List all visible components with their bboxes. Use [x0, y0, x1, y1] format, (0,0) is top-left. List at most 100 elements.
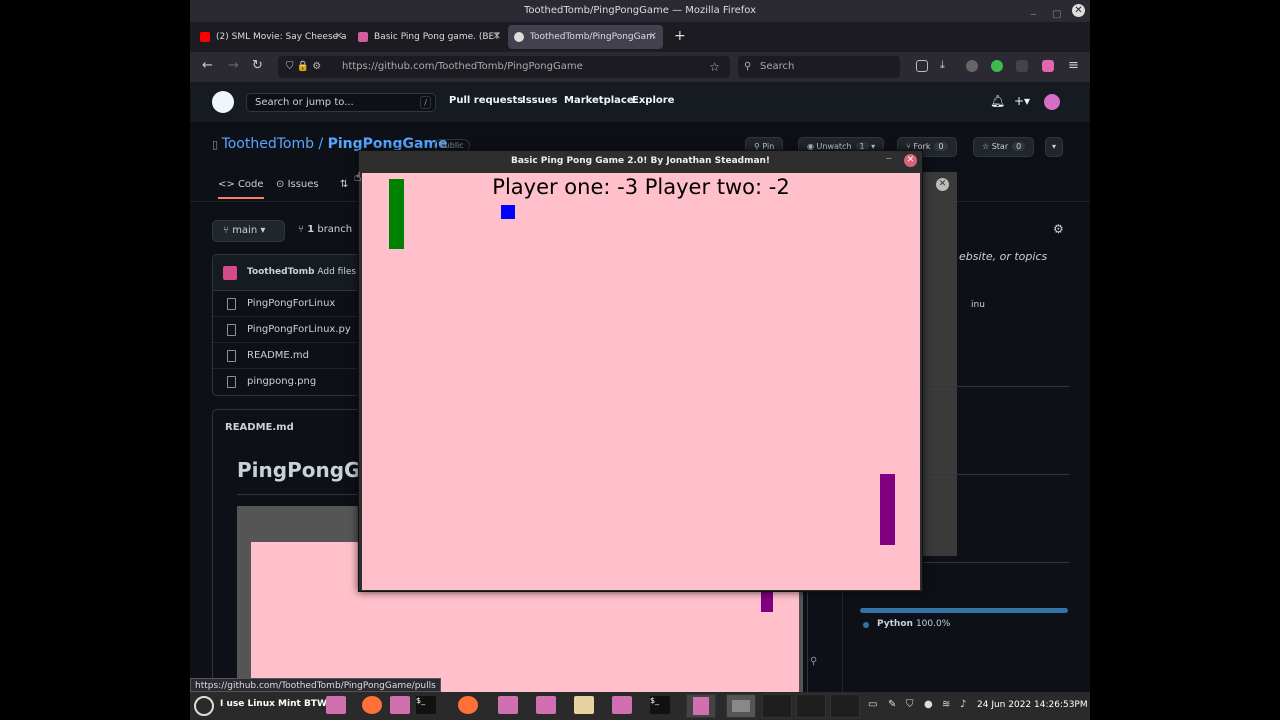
- folder-icon[interactable]: [612, 696, 632, 714]
- bell-icon[interactable]: 🔔︎: [990, 94, 1005, 108]
- window-button[interactable]: [726, 694, 756, 718]
- commit-author[interactable]: ToothedTomb: [247, 267, 315, 277]
- reload-icon[interactable]: ↻: [252, 58, 263, 73]
- github-logo-icon[interactable]: [212, 91, 234, 113]
- search-shortcut-key: /: [420, 96, 431, 109]
- github-search-placeholder: Search or jump to...: [255, 97, 354, 108]
- star-dropdown-button[interactable]: ▾: [1045, 137, 1064, 157]
- workspace-button[interactable]: [830, 694, 860, 718]
- document-icon[interactable]: [574, 696, 594, 714]
- branches-link[interactable]: ⑂ 1 branch: [298, 224, 352, 235]
- mint-menu-icon[interactable]: [194, 696, 214, 716]
- new-tab-icon[interactable]: +: [674, 28, 686, 44]
- python-dot-icon: [863, 622, 869, 628]
- tab-code[interactable]: <> Code: [218, 179, 264, 199]
- left-paddle: [389, 179, 404, 249]
- clock[interactable]: 24 Jun 2022 14:26:53PM: [977, 700, 1088, 710]
- tab-label: Basic Ping Pong game. (BET: [374, 32, 500, 42]
- folder-icon[interactable]: [536, 696, 556, 714]
- wifi-icon[interactable]: ≋: [942, 699, 950, 710]
- right-paddle: [880, 474, 895, 545]
- chevron-down-icon: ▾: [1052, 142, 1057, 151]
- extension-grid-icon[interactable]: [1042, 60, 1054, 72]
- repo-owner-link[interactable]: ToothedTomb: [222, 136, 314, 152]
- folder-icon[interactable]: [498, 696, 518, 714]
- close-icon[interactable]: ✕: [1072, 4, 1085, 17]
- taskbar: I use Linux Mint BTW! $_ $_ ▭ ✎ ⛉ ● ≋ ♪ …: [190, 692, 1090, 720]
- file-icon: [227, 324, 236, 336]
- file-icon: [227, 350, 236, 362]
- search-box[interactable]: ⚲ Search: [738, 56, 900, 78]
- window-titlebar: ToothedTomb/PingPongGame — Mozilla Firef…: [190, 0, 1090, 22]
- back-icon[interactable]: ←: [202, 58, 213, 73]
- language-label[interactable]: Python 100.0%: [877, 619, 950, 629]
- window-title: ToothedTomb/PingPongGame — Mozilla Firef…: [523, 5, 756, 16]
- search-icon: ⚲: [744, 61, 752, 72]
- extension-icon[interactable]: [966, 60, 978, 72]
- terminal-icon[interactable]: $_: [416, 696, 436, 714]
- nav-marketplace[interactable]: Marketplace: [564, 95, 634, 106]
- firefox-icon[interactable]: [458, 696, 478, 714]
- tab-youtube[interactable]: (2) SML Movie: Say Cheese a ✕: [194, 25, 349, 49]
- bookmark-star-icon[interactable]: ☆: [709, 56, 720, 78]
- nav-pull-requests[interactable]: Pull requests: [449, 95, 523, 106]
- close-icon[interactable]: ✕: [936, 178, 949, 191]
- minimize-icon[interactable]: ‒: [886, 153, 892, 164]
- about-snippet: inu: [971, 300, 985, 310]
- branch-icon: ⑂: [298, 224, 308, 235]
- shield-icon[interactable]: ⛉: [906, 699, 914, 710]
- url-text: https://github.com/ToothedTomb/PingPongG…: [342, 61, 583, 72]
- star-count: 0: [1012, 142, 1026, 151]
- pull-request-icon[interactable]: ⇅: [340, 179, 348, 190]
- folder-icon[interactable]: [390, 696, 410, 714]
- issue-icon: ⊙: [276, 179, 288, 190]
- repo-separator: /: [318, 136, 324, 152]
- plus-dropdown-icon[interactable]: +▾: [1014, 94, 1030, 108]
- tab-close-icon[interactable]: ✕: [493, 25, 501, 49]
- sound-icon[interactable]: ♪: [960, 699, 966, 710]
- workspace-button[interactable]: [762, 694, 792, 718]
- tab-pingpong-blog[interactable]: Basic Ping Pong game. (BET ✕: [352, 25, 507, 49]
- menu-label[interactable]: I use Linux Mint BTW!: [220, 699, 331, 709]
- avatar[interactable]: [1044, 94, 1060, 110]
- fork-count: 0: [934, 142, 948, 151]
- github-header: Search or jump to... / Pull requests Iss…: [190, 82, 1090, 122]
- tab-issues[interactable]: ⊙ Issues: [276, 179, 319, 190]
- terminal-icon[interactable]: $_: [650, 696, 670, 714]
- tab-close-icon[interactable]: ✕: [335, 25, 343, 49]
- workspace-button[interactable]: [796, 694, 826, 718]
- user-icon[interactable]: ●: [924, 699, 933, 710]
- menu-hamburger-icon[interactable]: ≡: [1068, 58, 1079, 73]
- tab-close-icon[interactable]: ✕: [649, 25, 657, 49]
- about-description: ebsite, or topics: [959, 250, 1048, 263]
- gear-icon[interactable]: ⚙: [1053, 222, 1064, 236]
- search-icon[interactable]: ⚲: [810, 656, 817, 667]
- folder-icon[interactable]: [326, 696, 346, 714]
- close-icon[interactable]: ✕: [904, 154, 917, 167]
- github-search-input[interactable]: Search or jump to... /: [246, 93, 436, 112]
- extension-a-icon[interactable]: [991, 60, 1003, 72]
- score-text: Player one: -3 Player two: -2: [492, 175, 790, 199]
- download-icon[interactable]: ⤓: [940, 58, 945, 72]
- tab-label: ToothedTomb/PingPongGam: [530, 32, 655, 42]
- window-thumbnail-icon: [732, 700, 750, 712]
- pocket-icon[interactable]: [916, 60, 928, 72]
- forward-icon[interactable]: →: [228, 58, 239, 73]
- nav-issues[interactable]: Issues: [522, 95, 557, 106]
- nav-explore[interactable]: Explore: [632, 95, 674, 106]
- branch-word: branch: [317, 224, 353, 235]
- star-icon: ☆: [982, 142, 992, 151]
- url-bar[interactable]: ⛉ 🔒 ⚙ https://github.com/ToothedTomb/Pin…: [278, 56, 730, 78]
- extension-icon[interactable]: [1016, 60, 1028, 72]
- star-button[interactable]: ☆ Star 0: [973, 137, 1035, 157]
- branch-select[interactable]: ⑂ main ▾: [212, 220, 285, 242]
- language-bar: [860, 608, 1068, 613]
- github-icon: [514, 32, 524, 42]
- tab-github[interactable]: ToothedTomb/PingPongGam ✕: [508, 25, 663, 49]
- tool-icon[interactable]: ✎: [888, 699, 896, 710]
- search-placeholder: Search: [760, 61, 795, 72]
- firefox-icon[interactable]: [362, 696, 382, 714]
- display-icon[interactable]: ▭: [868, 699, 877, 710]
- game-canvas[interactable]: Player one: -3 Player two: -2: [362, 173, 920, 590]
- window-button-game[interactable]: [686, 694, 716, 718]
